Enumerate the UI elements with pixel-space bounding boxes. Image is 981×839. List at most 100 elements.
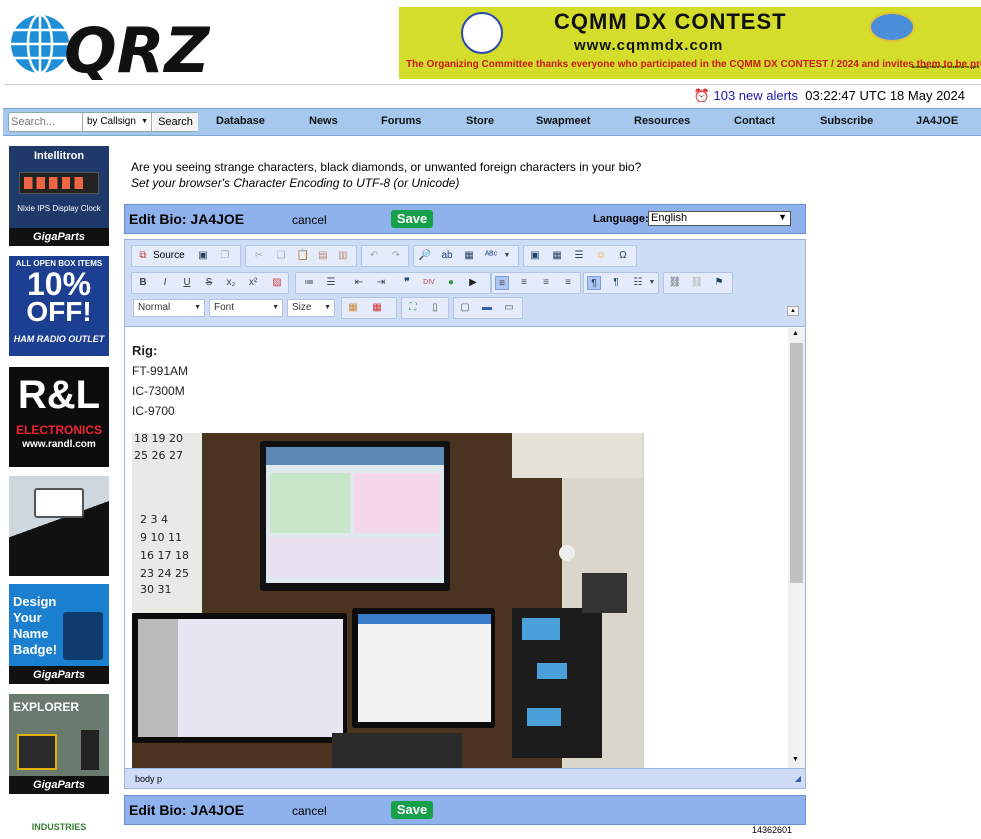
find-icon[interactable]: 🔎 [418, 249, 432, 263]
anchor-link-icon[interactable]: ⛓ [668, 276, 682, 290]
nav-swapmeet[interactable]: Swapmeet [536, 115, 590, 127]
link-icon[interactable]: ● [444, 276, 458, 290]
textfield-icon[interactable]: ▬ [480, 301, 494, 315]
chevron-down-icon: ▼ [194, 304, 201, 311]
bio-editor: ⧉ Source ▣ ❐ ✂ ❏ 📋 ▤ ▥ ↶ ↷ 🔎 ab ▦ ᴬᴮᶜ ▼ … [124, 239, 806, 789]
text-color-icon[interactable]: ▦ [346, 301, 360, 315]
nav-contact[interactable]: Contact [734, 115, 775, 127]
search-type-select[interactable]: by Callsign ▼ [82, 113, 152, 131]
underline-icon[interactable]: U [180, 276, 194, 290]
spellcheck-icon[interactable]: ᴬᴮᶜ [484, 249, 498, 263]
outdent-icon[interactable]: ⇤ [352, 276, 366, 290]
alerts-link[interactable]: 103 new alerts [713, 88, 798, 103]
search-input[interactable] [11, 115, 81, 129]
elements-path[interactable]: body p [135, 774, 162, 784]
subscript-icon[interactable]: x₂ [224, 276, 238, 290]
cqmm-banner-ad[interactable]: CQMM DX CONTEST www.cqmmdx.com Annually,… [399, 7, 981, 79]
align-left-icon[interactable]: ≡ [495, 276, 509, 290]
iframe-icon[interactable]: ▢ [458, 301, 472, 315]
maximize-icon[interactable]: ⛶ [406, 301, 420, 315]
italic-icon[interactable]: I [158, 276, 172, 290]
remove-format-icon[interactable]: ▨ [270, 276, 284, 290]
strike-icon[interactable]: S [202, 276, 216, 290]
nav-subscribe[interactable]: Subscribe [820, 115, 873, 127]
save-button[interactable]: Save [391, 210, 433, 228]
flag-icon[interactable]: ⚑ [712, 276, 726, 290]
chevron-down-icon[interactable]: ▼ [645, 276, 659, 290]
templates-icon[interactable]: ❐ [218, 249, 232, 263]
align-right-icon[interactable]: ≡ [539, 276, 553, 290]
editor-scrollbar[interactable]: ▲ ▼ [788, 328, 805, 768]
nav-news[interactable]: News [309, 115, 338, 127]
blockquote-icon[interactable]: ❞ [400, 276, 414, 290]
replace-icon[interactable]: ab [440, 249, 454, 263]
source-icon[interactable]: ⧉ [136, 249, 150, 263]
table-icon[interactable]: ▦ [550, 249, 564, 263]
cancel-link-bottom[interactable]: cancel [292, 804, 327, 818]
div-icon[interactable]: DIV [422, 276, 436, 290]
ad-explorer[interactable]: EXPLORER GigaParts [9, 694, 109, 794]
search-button[interactable]: Search [153, 113, 198, 131]
size-select[interactable]: Size ▼ [287, 299, 335, 317]
ad-name-badge[interactable]: Design Your Name Badge! GigaParts [9, 584, 109, 684]
bold-icon[interactable]: B [136, 276, 150, 290]
superscript-icon[interactable]: x² [246, 276, 260, 290]
copy-icon[interactable]: ❏ [274, 249, 288, 263]
nav-forums[interactable]: Forums [381, 115, 421, 127]
toolbar-group-insert: ▣ ▦ ☰ ☺ Ω [523, 245, 637, 267]
save-icon[interactable]: ▣ [196, 249, 210, 263]
bulleted-list-icon[interactable]: ☰ [324, 276, 338, 290]
paste-icon[interactable]: 📋 [296, 249, 310, 263]
ad-randl[interactable]: R&L ELECTRONICS www.randl.com [9, 367, 109, 467]
format-select[interactable]: Normal ▼ [133, 299, 205, 317]
align-center-icon[interactable]: ≡ [517, 276, 531, 290]
ad-abr-industries[interactable]: INDUSTRIES [9, 804, 109, 839]
editor-content[interactable]: Rig: FT-991AM IC-7300M IC-9700 18 19 20 … [125, 328, 787, 768]
scroll-down-icon[interactable]: ▼ [792, 756, 799, 763]
resize-handle-icon[interactable]: ◢ [795, 769, 801, 789]
ad-intellitron[interactable]: Intellitron Nixie IPS Display Clock Giga… [9, 146, 109, 246]
redo-icon[interactable]: ↷ [389, 249, 403, 263]
source-button[interactable]: Source [153, 250, 185, 261]
image-icon[interactable]: ▣ [528, 249, 542, 263]
numbered-list-icon[interactable]: ≔ [302, 276, 316, 290]
nav-store[interactable]: Store [466, 115, 494, 127]
undo-icon[interactable]: ↶ [367, 249, 381, 263]
rtl-icon[interactable]: ¶ [609, 276, 623, 290]
shack-photo[interactable]: 18 19 20 25 26 27 2 3 4 9 10 11 16 17 18… [132, 433, 644, 768]
nav-database[interactable]: Database [216, 115, 265, 127]
font-select[interactable]: Font ▼ [209, 299, 283, 317]
paste-text-icon[interactable]: ▤ [316, 249, 330, 263]
bg-color-icon[interactable]: ▦ [370, 301, 384, 315]
cut-icon[interactable]: ✂ [252, 249, 266, 263]
chevron-down-icon[interactable]: ▼ [500, 249, 514, 263]
collapse-toolbar-icon[interactable]: ▲ [787, 306, 799, 316]
cancel-link[interactable]: cancel [292, 213, 327, 227]
nav-resources[interactable]: Resources [634, 115, 690, 127]
edit-bio-bar-bottom: Edit Bio: JA4JOE cancel Save [124, 795, 806, 825]
ad-hro-openbox[interactable]: ALL OPEN BOX ITEMS 10% OFF! HAM RADIO OU… [9, 256, 109, 356]
indent-icon[interactable]: ⇥ [374, 276, 388, 290]
scroll-up-icon[interactable]: ▲ [792, 330, 799, 337]
nav-callsign[interactable]: JA4JOE [916, 115, 958, 127]
select-all-icon[interactable]: ▦ [462, 249, 476, 263]
scrollbar-thumb[interactable] [790, 343, 803, 583]
button-icon[interactable]: ▭ [502, 301, 516, 315]
ltr-icon[interactable]: ¶ [587, 276, 601, 290]
smiley-icon[interactable]: ☺ [594, 249, 608, 263]
paste-word-icon[interactable]: ▥ [336, 249, 350, 263]
language-direction-icon[interactable]: ☷ [631, 276, 645, 290]
unlink-icon[interactable]: ⛓ [690, 276, 704, 290]
language-label: Language: [593, 213, 649, 225]
svg-text:2 3 4: 2 3 4 [140, 513, 168, 526]
show-blocks-icon[interactable]: ▯ [428, 301, 442, 315]
rig-heading: Rig: [132, 343, 158, 358]
special-char-icon[interactable]: Ω [616, 249, 630, 263]
justify-icon[interactable]: ≡ [561, 276, 575, 290]
youtube-icon[interactable]: ▶ [466, 276, 480, 290]
language-select[interactable]: English ▼ [648, 211, 791, 226]
ad-meter-image[interactable] [9, 476, 109, 576]
save-button-bottom[interactable]: Save [391, 801, 433, 819]
qrz-logo[interactable]: QRZ [10, 8, 210, 87]
horizontal-rule-icon[interactable]: ☰ [572, 249, 586, 263]
